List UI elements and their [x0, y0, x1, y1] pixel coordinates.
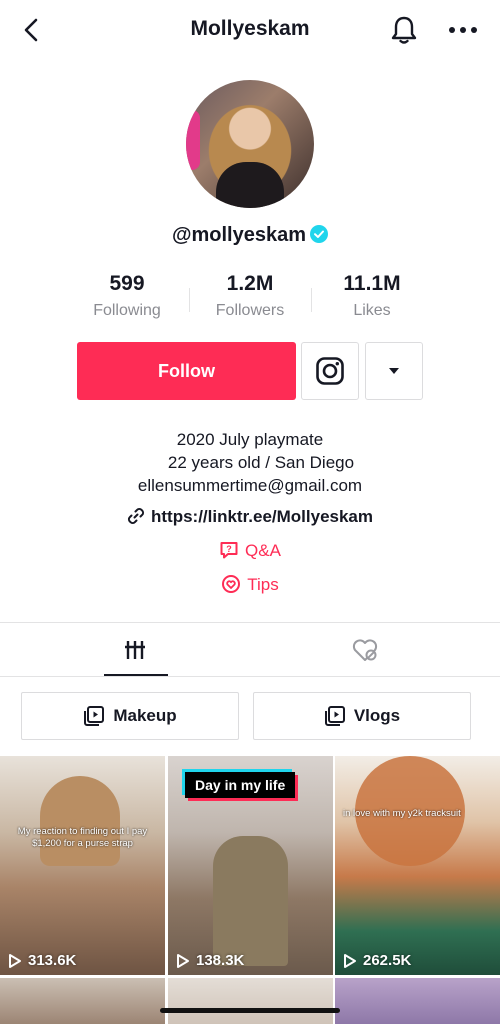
stat-following[interactable]: 599 Following [67, 272, 187, 320]
followers-count: 1.2M [226, 272, 274, 295]
view-count-text: 138.3K [196, 952, 245, 969]
top-bar: Mollyeskam [0, 0, 500, 60]
view-count: 313.6K [8, 952, 76, 969]
notification-button[interactable] [388, 14, 420, 46]
verified-badge-icon [310, 225, 328, 243]
instagram-button[interactable] [301, 342, 359, 400]
view-count-text: 262.5K [363, 952, 412, 969]
followers-label: Followers [215, 302, 285, 319]
video-caption: My reaction to finding out I pay $1,200 … [17, 826, 148, 849]
home-indicator[interactable] [160, 1008, 340, 1013]
likes-count: 11.1M [343, 272, 401, 295]
qa-label: Q&A [245, 541, 281, 560]
view-count-text: 313.6K [28, 952, 77, 969]
tips-label: Tips [247, 575, 279, 594]
following-label: Following [93, 302, 161, 319]
question-bubble-icon: ? [220, 542, 238, 559]
bio-line: 22 years old / San Diego [167, 453, 355, 472]
stat-followers[interactable]: 1.2M Followers [190, 272, 310, 320]
username-row: @mollyeskam [0, 224, 500, 247]
likes-label: Likes [353, 302, 391, 319]
link-icon [127, 507, 145, 525]
bio-line: 2020 July playmate [176, 430, 324, 449]
bio: 2020 July playmate 22 years old / San Di… [0, 428, 500, 497]
video-thumbnail[interactable] [0, 978, 165, 1024]
video-title-badge: Day in my life [185, 772, 296, 798]
tips-link[interactable]: Tips [0, 574, 500, 595]
playlist-icon [324, 706, 345, 726]
bell-icon [391, 16, 417, 44]
play-icon [177, 953, 189, 968]
tabs-divider [0, 676, 500, 677]
thumbnail-figure [213, 836, 288, 966]
instagram-icon [316, 357, 344, 385]
caret-down-icon [389, 368, 399, 374]
video-thumbnail[interactable]: Day in my life 138.3K [168, 756, 333, 975]
play-icon [9, 953, 21, 968]
thumbnail-figure [40, 776, 120, 866]
video-thumbnail[interactable]: in love with my y2k tracksuit 262.5K [335, 756, 500, 975]
playlist-label: Makeup [113, 706, 177, 725]
svg-text:?: ? [226, 544, 232, 554]
video-thumbnail[interactable] [335, 978, 500, 1024]
bio-line: ellensummertime@gmail.com [137, 476, 363, 495]
grid-icon [125, 641, 145, 659]
play-icon [344, 953, 356, 968]
profile-link[interactable]: https://linktr.ee/Mollyeskam [0, 507, 500, 527]
stat-likes: 11.1M Likes [312, 272, 432, 320]
username: @mollyeskam [171, 224, 306, 246]
follow-button[interactable]: Follow [77, 342, 296, 400]
hidden-heart-icon [352, 639, 378, 661]
playlist-label: Vlogs [353, 706, 401, 725]
avatar[interactable] [186, 80, 314, 208]
playlist-makeup[interactable]: Makeup [21, 692, 239, 740]
view-count: 138.3K [176, 952, 244, 969]
more-dots-icon [449, 27, 477, 33]
video-thumbnail[interactable]: My reaction to finding out I pay $1,200 … [0, 756, 165, 975]
qa-link[interactable]: ? Q&A [0, 540, 500, 561]
more-options-button[interactable] [446, 16, 480, 44]
tab-liked[interactable] [240, 623, 490, 677]
tips-heart-icon [222, 575, 241, 593]
playlist-icon [84, 706, 105, 726]
playlist-vlogs[interactable]: Vlogs [253, 692, 471, 740]
view-count: 262.5K [343, 952, 411, 969]
link-text: https://linktr.ee/Mollyeskam [150, 507, 373, 526]
avatar-background-detail [186, 110, 200, 170]
following-count: 599 [109, 272, 145, 295]
video-caption: in love with my y2k tracksuit [343, 808, 461, 819]
avatar-figure [216, 162, 284, 208]
suggested-accounts-button[interactable] [365, 342, 423, 400]
tab-videos[interactable] [10, 623, 260, 677]
page-title: Mollyeskam [190, 17, 310, 40]
video-thumbnail[interactable] [168, 978, 333, 1024]
